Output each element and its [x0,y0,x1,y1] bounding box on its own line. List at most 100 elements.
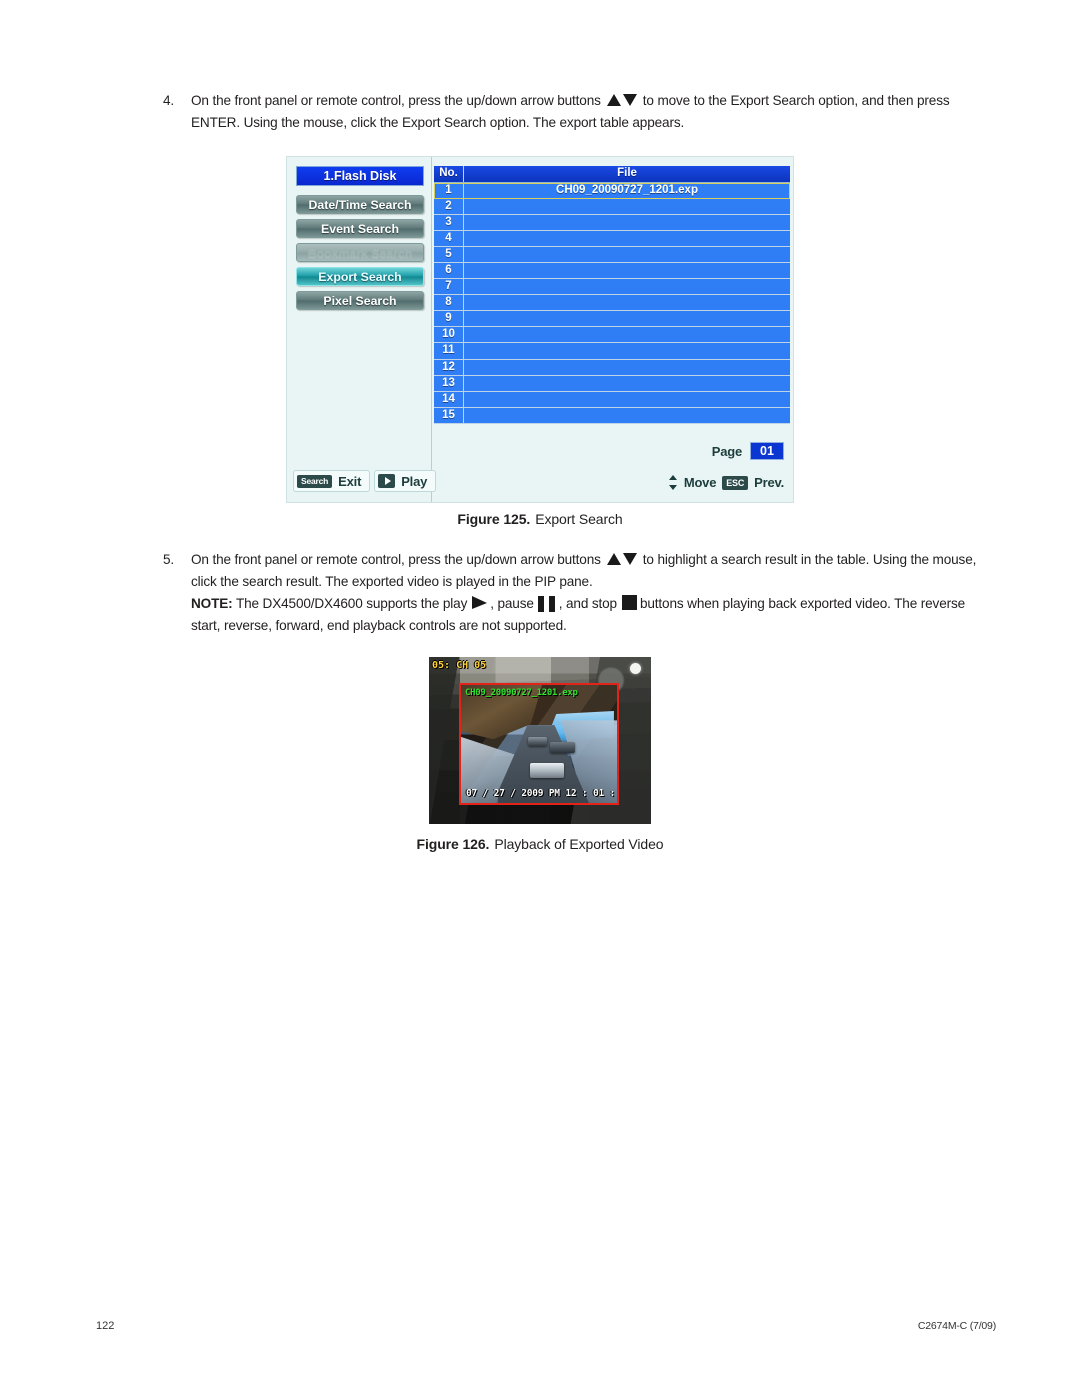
table-row[interactable]: 5 [434,246,790,263]
row-no: 15 [434,407,464,423]
note-text-3: , and stop [558,596,617,611]
row-file: CH09_20090727_1201.exp [464,182,790,198]
row-file [464,343,790,359]
document-page: 4. On the front panel or remote control,… [0,0,1080,1397]
up-down-arrows-icon [668,475,678,490]
row-file [464,295,790,311]
step-4-body: On the front panel or remote control, pr… [191,90,995,134]
row-file [464,246,790,262]
esc-key-badge: ESC [722,475,749,490]
row-no: 1 [434,182,464,198]
dvr-file-panel: No. File 1 CH09_20090727_1201.exp 2 3 4 [433,157,793,502]
row-no: 10 [434,327,464,343]
pip-timestamp-overlay: 07 / 27 / 2009 PM 12 : 01 : 25 [466,788,619,799]
step-5: 5. On the front panel or remote control,… [163,549,995,637]
export-file-table: No. File 1 CH09_20090727_1201.exp 2 3 4 [434,166,790,424]
row-no: 7 [434,279,464,295]
row-file [464,230,790,246]
column-header-file: File [464,166,790,182]
page-label: Page [711,443,742,459]
table-row[interactable]: 14 [434,391,790,408]
pip-scene-vehicle [529,762,564,779]
table-row[interactable]: 8 [434,295,790,312]
row-no: 3 [434,214,464,230]
device-selector-flash-disk[interactable]: 1.Flash Disk [296,166,424,186]
row-no: 12 [434,359,464,375]
prev-hint-label: Prev. [754,475,784,490]
recording-indicator-icon [630,663,641,674]
row-file [464,375,790,391]
step-5-number: 5. [163,552,175,567]
exit-label: Exit [338,473,362,489]
sidebar-item-date-time-search[interactable]: Date/Time Search [296,195,424,214]
pause-icon [537,596,557,612]
dvr-key-hints: Move ESC Prev. [668,475,784,490]
up-down-arrows-icon [605,551,639,567]
row-no: 6 [434,262,464,279]
figure-126-number: Figure 126. [416,836,490,852]
pip-filename-overlay: CH09_20090727_1201.exp [465,688,578,698]
row-file [464,262,790,279]
page-indicator: Page 01 [712,442,784,460]
row-file [464,311,790,327]
table-header-row: No. File [434,166,790,183]
pip-scene-vehicle [549,741,575,754]
table-row[interactable]: 9 [434,311,790,328]
table-row[interactable]: 3 [434,214,790,231]
sidebar-item-export-search[interactable]: Export Search [296,267,424,286]
table-row[interactable]: 15 [434,407,790,424]
row-file [464,407,790,423]
move-hint-label: Move [683,475,717,490]
table-row[interactable]: 2 [434,198,790,215]
up-down-arrows-icon [605,92,639,108]
figure-126-title: Playback of Exported Video [494,836,664,852]
page-value[interactable]: 01 [750,442,784,460]
video-channel-label: 05: CH 05 [432,660,487,671]
figure-125-caption: Figure 125. Export Search [0,511,1080,527]
pip-scene-vehicle [528,736,547,747]
figure-125-number: Figure 125. [457,511,531,527]
table-row[interactable]: 12 [434,359,790,376]
playback-video-still: 05: CH 05 CH09_20090727_1201.exp 07 / 27… [429,657,651,824]
row-no: 4 [434,230,464,246]
column-header-no: No. [434,166,464,182]
exit-button[interactable]: Search Exit [293,470,371,492]
page-number: 122 [96,1320,115,1332]
row-no: 14 [434,391,464,407]
step-5-text-before: On the front panel or remote control, pr… [191,552,601,567]
note-block: NOTE: The DX4500/DX4600 supports the pla… [191,593,995,637]
document-code: C2674M-C (7/09) [917,1320,996,1332]
row-file [464,359,790,375]
play-icon [471,595,488,610]
row-no: 11 [434,343,464,359]
row-file [464,198,790,214]
table-row[interactable]: 1 CH09_20090727_1201.exp [434,182,790,199]
sidebar-item-pixel-search[interactable]: Pixel Search [296,291,424,310]
row-file [464,279,790,295]
row-file [464,391,790,407]
table-row[interactable]: 11 [434,343,790,360]
step-4: 4. On the front panel or remote control,… [163,90,995,134]
table-row[interactable]: 13 [434,375,790,392]
search-key-badge: Search [297,474,333,488]
sidebar-item-event-search[interactable]: Event Search [296,219,424,238]
table-row[interactable]: 6 [434,262,790,280]
note-text-2: , pause [490,596,534,611]
play-icon [378,474,396,488]
table-row[interactable]: 7 [434,279,790,296]
step-4-text-before: On the front panel or remote control, pr… [191,93,601,108]
dvr-export-search-screen: 1.Flash Disk Date/Time Search Event Sear… [286,156,794,503]
note-label: NOTE: [191,596,233,611]
row-file [464,214,790,230]
figure-126-caption: Figure 126. Playback of Exported Video [0,836,1080,852]
note-text-1: The DX4500/DX4600 supports the play [235,596,468,611]
play-button[interactable]: Play [374,470,437,492]
row-file [464,327,790,343]
step-4-number: 4. [163,93,175,108]
table-row[interactable]: 4 [434,230,790,247]
table-row[interactable]: 10 [434,327,790,344]
row-no: 5 [434,246,464,262]
row-no: 13 [434,375,464,391]
play-label: Play [401,473,428,489]
pip-pane[interactable]: CH09_20090727_1201.exp 07 / 27 / 2009 PM… [459,683,619,805]
